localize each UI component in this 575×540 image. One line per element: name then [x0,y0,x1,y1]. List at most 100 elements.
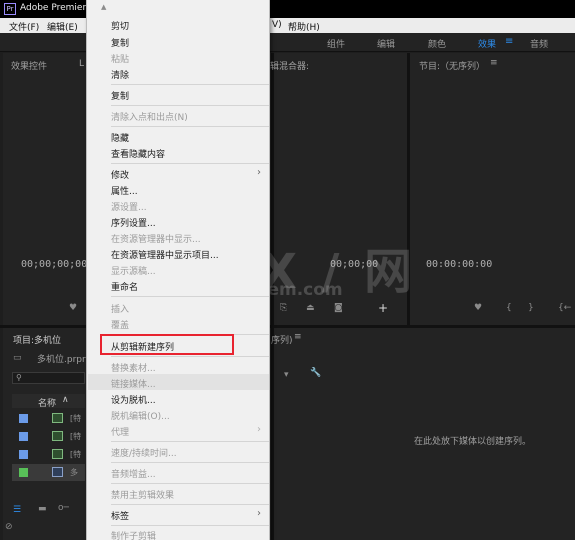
menu-item-reveal-in-explorer[interactable]: 在资源管理器中显示... [111,232,201,245]
menu-edit[interactable]: 编辑(E) [47,20,78,33]
menu-separator [111,504,269,505]
menu-item-make-offline[interactable]: 设为脱机... [111,393,156,406]
menu-item-link-media[interactable]: 链接媒体... [111,377,156,390]
program-timecode: 00:00:00:00 [426,259,493,270]
workspace-menu-icon[interactable]: ≡ [505,36,513,47]
list-view-icon[interactable]: ☰ [13,505,21,515]
menu-item-paste[interactable]: 粘贴 [111,52,129,65]
go-to-in-icon[interactable]: {← [558,303,571,313]
menu-item-audio-gain[interactable]: 音频增益... [111,467,156,480]
menu-item-overwrite[interactable]: 覆盖 [111,318,129,331]
premiere-window: Pr Adobe Premier 文件(F) 编辑(E) V) 帮助(H) 组件… [0,0,575,540]
table-row[interactable]: [特 [12,446,85,463]
menu-item-replace-footage[interactable]: 替换素材... [111,361,156,374]
column-header-name[interactable]: 名称 ∧ [12,394,85,409]
clip-icon [52,431,63,441]
premiere-logo-icon: Pr [4,3,16,15]
menu-item-edit-offline[interactable]: 脱机编辑(O)... [111,409,170,422]
menu-item-rename[interactable]: 重命名 [111,280,138,293]
project-search-input[interactable]: ⚲ [12,372,85,384]
menu-item-disable-masterclip-effects[interactable]: 禁用主剪辑效果 [111,488,174,501]
menu-item-properties[interactable]: 属性... [111,184,138,197]
clip-icon [52,413,63,423]
workspace-editing[interactable]: 编辑 [377,37,395,50]
menu-separator [111,105,269,106]
menu-item-copy[interactable]: 复制 [111,36,129,49]
workspace-effects[interactable]: 效果 [478,37,496,50]
submenu-arrow-icon: › [257,508,261,519]
menu-separator [111,483,269,484]
export-frame-icon[interactable]: ⎘ [280,303,287,313]
label-color-swatch[interactable] [19,450,28,459]
source-timecode: 00;00;00;00 [21,259,88,270]
menu-separator [111,356,269,357]
timeline-title[interactable]: 序列) [271,333,293,346]
tab-effect-controls[interactable]: 效果控件 [11,59,47,72]
icon-view-icon[interactable]: ▬ [38,504,47,514]
tab-partial[interactable]: L [79,59,84,69]
project-title[interactable]: 项目:多机位 [13,333,61,346]
menu-item-hide[interactable]: 隐藏 [111,131,129,144]
add-button-icon[interactable]: + [378,301,388,315]
table-row[interactable]: [特 [12,410,85,427]
label-color-swatch[interactable] [19,414,28,423]
annotation-highlight-box [100,334,234,355]
project-file: 多机位.prpro [37,355,91,365]
folder-icon: ▭ [13,353,22,363]
program-title[interactable]: 节目:（无序列） [419,59,485,72]
camera-icon[interactable]: ◙ [334,303,343,313]
table-row[interactable]: [特 [12,428,85,445]
label-color-swatch[interactable] [19,468,28,477]
name-column-label: 名称 [38,399,57,409]
search-icon: ⚲ [16,373,22,382]
marker-icon[interactable]: ♥ [69,303,77,313]
menu-item-insert[interactable]: 插入 [111,302,129,315]
menu-item-view-hidden[interactable]: 查看隐藏内容 [111,147,165,160]
snap-icon[interactable]: ▾ [284,370,289,380]
workspace-audio[interactable]: 音频 [530,37,548,50]
submenu-arrow-icon: › [257,167,261,178]
program-marker-icon[interactable]: ♥ [474,303,482,313]
program-monitor-panel: 节目:（无序列） ≡ 00:00:00:00 ♥ { } {← [410,53,575,325]
wrench-icon[interactable]: 🔧 [310,368,321,378]
menu-item-sequence-settings[interactable]: 序列设置... [111,216,156,229]
window-title: Adobe Premier [20,3,87,13]
workspace-assembly[interactable]: 组件 [327,37,345,50]
menu-item-duplicate[interactable]: 复制 [111,89,129,102]
timeline-drop-hint: 在此处放下媒体以创建序列。 [414,437,532,447]
timeline-panel: 序列) ≡ ▾ 🔧 在此处放下媒体以创建序列。 [271,328,575,540]
menu-item-make-subclip[interactable]: 制作子剪辑 [111,529,156,540]
workspace-color[interactable]: 颜色 [428,37,446,50]
table-row[interactable]: 多 [12,464,85,481]
menu-separator [111,441,269,442]
status-icon: ⊘ [5,522,13,532]
menu-item-modify[interactable]: 修改 [111,168,129,181]
zoom-slider[interactable]: o─ [58,503,69,513]
menu-item-clear-in-out[interactable]: 清除入点和出点(N) [111,110,188,123]
menu-item-speed-duration[interactable]: 速度/持续时间... [111,446,177,459]
program-menu-icon[interactable]: ≡ [490,58,498,68]
audio-mixer-title[interactable]: 辑混合器: [270,59,309,72]
submenu-arrow-icon: › [257,424,261,435]
multicam-sequence-icon [52,467,63,477]
timeline-menu-icon[interactable]: ≡ [294,332,302,342]
menu-item-clear[interactable]: 清除 [111,68,129,81]
menu-item-reveal-project-in-explorer[interactable]: 在资源管理器中显示项目... [111,248,219,261]
scroll-up-arrow-icon[interactable]: ▲ [101,3,106,11]
sort-ascending-icon: ∧ [62,395,69,405]
menu-help[interactable]: 帮助(H) [288,20,320,33]
menu-item-show-source[interactable]: 显示源稿... [111,264,156,277]
menu-separator [111,525,269,526]
menu-item-label[interactable]: 标签 [111,509,129,522]
lift-icon[interactable]: ⏏ [306,303,315,313]
menu-item-proxy[interactable]: 代理 [111,425,129,438]
mark-out-icon[interactable]: } [528,303,534,313]
mark-in-icon[interactable]: { [506,303,512,313]
menu-item-source-settings[interactable]: 源设置... [111,200,147,213]
menu-item-cut[interactable]: 剪切 [111,19,129,32]
clip-name: [特 [70,450,82,459]
menu-file[interactable]: 文件(F) [9,20,39,33]
menu-clip[interactable]: V) [272,20,282,30]
label-color-swatch[interactable] [19,432,28,441]
menu-separator [111,163,269,164]
